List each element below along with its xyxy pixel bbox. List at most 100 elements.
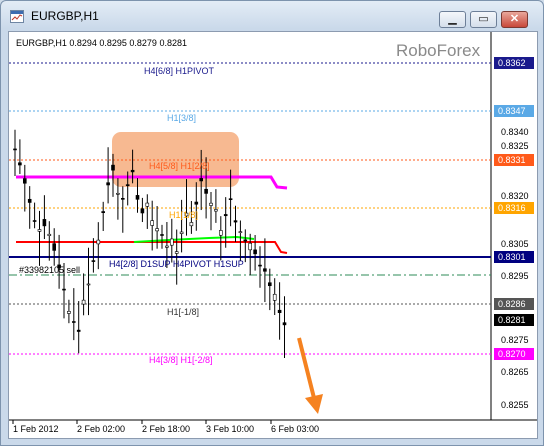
price-tick: 0.8295 xyxy=(501,271,529,281)
candle-body xyxy=(47,233,52,236)
candle-body xyxy=(263,268,267,272)
chart-header: EURGBP,H1 0.8294 0.8295 0.8279 0.8281 xyxy=(16,38,187,48)
window-title: EURGBP,H1 xyxy=(31,9,99,23)
price-tag: 0.8286 xyxy=(498,299,526,309)
maximize-button[interactable]: ▭ xyxy=(470,11,497,28)
candle-body xyxy=(170,238,174,246)
time-tick: 1 Feb 2012 xyxy=(13,424,59,434)
candle-body xyxy=(199,178,203,182)
price-tag: 0.8301 xyxy=(498,252,526,262)
price-tag: 0.8316 xyxy=(498,203,526,213)
time-tick: 3 Feb 10:00 xyxy=(206,424,254,434)
minimize-button[interactable]: ▁ xyxy=(439,11,466,28)
level-label-h1-minus-1-8: H1[-1/8] xyxy=(167,307,199,317)
candle-body xyxy=(228,198,233,200)
candle-body xyxy=(155,228,159,232)
candle-body xyxy=(13,148,17,151)
candle-body xyxy=(219,230,223,236)
candle-body xyxy=(189,222,194,227)
red-indicator-line xyxy=(16,241,288,254)
candle-body xyxy=(243,239,248,242)
time-tick: 6 Feb 03:00 xyxy=(271,424,319,434)
level-lines xyxy=(9,62,491,355)
candle-body xyxy=(174,251,179,254)
candle-body xyxy=(106,182,110,186)
price-axis: 0.8340 0.8325 0.8320 0.8305 0.8295 0.827… xyxy=(501,127,529,410)
candle-body xyxy=(194,201,199,205)
price-tag: 0.8281 xyxy=(498,315,526,325)
candle-body xyxy=(76,329,81,332)
price-chart[interactable]: H4[6/8] H1PIVOT H1[3/8] H4[5/8] H1[2/8] … xyxy=(8,31,538,439)
candle-body xyxy=(160,234,164,236)
price-tick: 0.8265 xyxy=(501,367,529,377)
time-tick: 2 Feb 02:00 xyxy=(77,424,125,434)
candle-body xyxy=(277,309,282,313)
candle-body xyxy=(233,220,238,223)
price-tag: 0.8362 xyxy=(498,58,526,68)
candle-body xyxy=(71,321,76,323)
candle-body xyxy=(111,164,115,171)
candle-body xyxy=(135,195,140,200)
candle-body xyxy=(238,231,243,233)
candle-body xyxy=(27,198,32,203)
candle-body xyxy=(209,202,213,206)
level-label-h1-1-8: H1[1/8] xyxy=(169,210,198,220)
title-bar[interactable]: EURGBP,H1 ▁ ▭ ✕ xyxy=(1,1,543,31)
price-tick: 0.8305 xyxy=(501,239,529,249)
candle-body xyxy=(248,242,252,251)
close-button[interactable]: ✕ xyxy=(501,11,528,28)
chart-canvas: H4[6/8] H1PIVOT H1[3/8] H4[5/8] H1[2/8] … xyxy=(9,32,537,434)
candle-body xyxy=(179,231,184,234)
candle-body xyxy=(145,202,150,207)
candle-body xyxy=(86,283,91,286)
candle-body xyxy=(18,162,22,166)
chart-window-icon xyxy=(10,10,24,23)
level-label-h1-3-8: H1[3/8] xyxy=(167,113,196,123)
candle-body xyxy=(101,211,105,213)
level-label-h4-5-8: H4[5/8] H1[2/8] xyxy=(149,161,210,171)
candle-body xyxy=(267,282,272,287)
candle-body xyxy=(253,249,257,255)
candle-body xyxy=(258,264,262,267)
candle-body xyxy=(37,229,42,232)
level-label-pivot: H4[2/8] D1SUP H4PIVOT H1SUP xyxy=(109,259,244,269)
price-tag: 0.8270 xyxy=(498,349,526,359)
candle-body xyxy=(52,243,57,251)
level-label-h4-3-8: H4[3/8] H1[-2/8] xyxy=(149,355,213,365)
time-tick: 2 Feb 18:00 xyxy=(142,424,190,434)
candle-body xyxy=(125,184,130,186)
candle-body xyxy=(150,220,154,226)
candle-body xyxy=(62,288,66,291)
candle-body xyxy=(81,299,86,305)
candle-body xyxy=(223,214,228,217)
candle-body xyxy=(32,220,37,222)
watermark: RoboForex xyxy=(396,41,481,60)
candle-body xyxy=(140,208,145,214)
price-tags: 0.8362 0.8347 0.8331 0.8316 0.8301 0.828… xyxy=(494,57,534,360)
price-tick: 0.8320 xyxy=(501,191,529,201)
down-arrow-icon xyxy=(297,337,323,414)
candle-body xyxy=(130,169,135,173)
candle-body xyxy=(91,260,96,262)
candle-body xyxy=(165,245,169,248)
candle-body xyxy=(282,322,287,326)
price-tag: 0.8347 xyxy=(498,106,526,116)
candle-body xyxy=(96,239,101,245)
candle-body xyxy=(204,188,208,194)
price-tick: 0.8275 xyxy=(501,335,529,345)
candle-body xyxy=(67,310,71,314)
chart-window: EURGBP,H1 ▁ ▭ ✕ H4[6/8] H1PIVOT H1[3/8] … xyxy=(0,0,544,446)
candle-body xyxy=(214,209,218,212)
price-tag: 0.8331 xyxy=(498,155,526,165)
price-tick: 0.8340 xyxy=(501,127,529,137)
highlight-box xyxy=(112,132,239,187)
candle-body xyxy=(23,178,27,184)
candle-body xyxy=(42,219,47,227)
time-axis: 1 Feb 2012 2 Feb 02:00 2 Feb 18:00 3 Feb… xyxy=(12,420,319,434)
candle-body xyxy=(121,197,125,200)
level-label-h4-6-8: H4[6/8] H1PIVOT xyxy=(144,66,215,76)
price-tick: 0.8255 xyxy=(501,400,529,410)
candle-body xyxy=(116,192,120,195)
price-tick: 0.8325 xyxy=(501,141,529,151)
candle-body xyxy=(272,293,277,301)
